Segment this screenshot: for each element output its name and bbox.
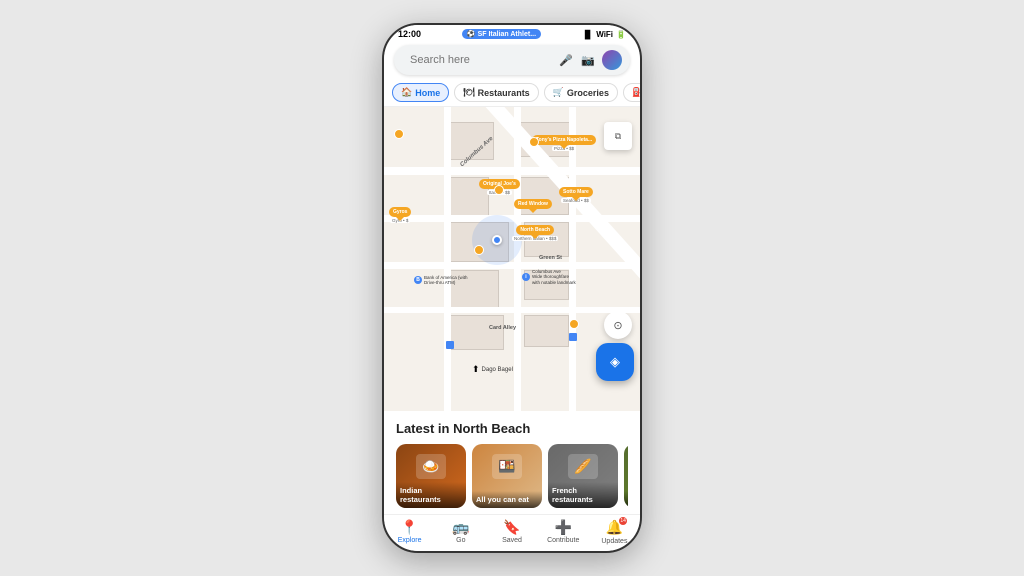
updates-badge-container: 🔔 14 xyxy=(606,519,623,537)
nav-explore[interactable]: 📍 Explore xyxy=(384,519,435,545)
blue-marker-2 xyxy=(569,333,577,341)
card-indian-img: 🍛 xyxy=(401,449,461,484)
camera-button[interactable]: 📷 xyxy=(580,52,596,68)
road-v1 xyxy=(444,107,451,411)
pin-caffe[interactable] xyxy=(569,319,579,329)
user-avatar[interactable] xyxy=(602,50,622,70)
phone-frame: 12:00 ⚽ SF Italian Athlet... ▐▌ WiFi 🔋 xyxy=(382,23,642,553)
search-bar[interactable]: 🎤 📷 xyxy=(394,45,630,75)
battery-icon: 🔋 xyxy=(616,30,626,39)
tab-restaurants[interactable]: 🍽 Restaurants xyxy=(454,83,538,102)
dago-bagel-label: ⬆ Dago Bagel xyxy=(472,364,513,375)
updates-badge: 14 xyxy=(619,517,627,525)
nav-go[interactable]: 🚌 Go xyxy=(435,519,486,545)
search-input[interactable] xyxy=(410,54,552,66)
green-st-road xyxy=(384,262,640,269)
card-extra[interactable]: 🥗 C... xyxy=(624,444,628,508)
search-bar-icons: 🎤 📷 xyxy=(558,50,622,70)
tab-home[interactable]: 🏠 Home xyxy=(392,83,449,102)
signal-icon: ▐▌ xyxy=(582,30,593,39)
phone-screen: 12:00 ⚽ SF Italian Athlet... ▐▌ WiFi 🔋 xyxy=(384,25,640,551)
category-tabs: 🏠 Home 🍽 Restaurants 🛒 Groceries ⛽ Gas xyxy=(384,79,640,107)
card-french-restaurants[interactable]: 🥖 French restaurants xyxy=(548,444,618,508)
road-h3 xyxy=(384,307,640,313)
gas-icon: ⛽ xyxy=(632,87,640,98)
road-v2 xyxy=(514,107,521,411)
notification-text: SF Italian Athlet... xyxy=(478,31,536,38)
tab-restaurants-label: Restaurants xyxy=(478,88,530,98)
dago-bagel-text: Dago Bagel xyxy=(482,367,513,373)
go-icon: 🚌 xyxy=(452,519,469,536)
nav-updates[interactable]: 🔔 14 Updates xyxy=(589,519,640,545)
green-st-label: Green St xyxy=(539,255,562,261)
card-alley-label: Card Alley xyxy=(489,325,516,331)
wifi-icon: WiFi xyxy=(596,30,613,39)
status-notification: ⚽ SF Italian Athlet... xyxy=(462,29,541,39)
card-indian-label: Indian restaurants xyxy=(396,482,466,508)
status-bar: 12:00 ⚽ SF Italian Athlet... ▐▌ WiFi 🔋 xyxy=(384,25,640,41)
bottom-nav: 📍 Explore 🚌 Go 🔖 Saved ➕ Contribute 🔔 14 xyxy=(384,514,640,551)
compass-button[interactable]: ⊙ xyxy=(604,311,632,339)
contribute-icon: ➕ xyxy=(554,519,571,536)
tab-groceries-label: Groceries xyxy=(567,88,609,98)
pin-sotto-mare[interactable]: Sotto Mare Seafood • $$ xyxy=(559,187,593,203)
status-icons: ▐▌ WiFi 🔋 xyxy=(582,30,626,39)
home-icon: 🏠 xyxy=(401,87,412,98)
bottom-sheet-title: Latest in North Beach xyxy=(396,421,628,436)
pin-north-beach[interactable]: North Beach Northern Italian • $$$ xyxy=(512,225,558,241)
nav-contribute-label: Contribute xyxy=(547,537,579,544)
saved-icon: 🔖 xyxy=(503,519,520,536)
card-all-you-can-eat[interactable]: 🍱 All you can eat xyxy=(472,444,542,508)
pin-small-2[interactable] xyxy=(529,137,539,147)
road-h1 xyxy=(384,167,640,175)
tab-groceries[interactable]: 🛒 Groceries xyxy=(544,83,618,102)
nav-explore-label: Explore xyxy=(398,537,422,544)
tab-home-label: Home xyxy=(415,88,440,98)
sf-notification: ⚽ SF Italian Athlet... xyxy=(462,29,541,39)
user-location xyxy=(492,235,502,245)
bank-label: B Bank of America (withDrive-thru ATM) xyxy=(414,275,468,286)
nav-saved-label: Saved xyxy=(502,537,522,544)
pin-small-3[interactable] xyxy=(494,185,504,195)
pin-red-window[interactable]: Red Window xyxy=(514,199,552,209)
groceries-icon: 🛒 xyxy=(553,87,564,98)
pin-tonys-pizza[interactable]: Tony's Pizza Napoleta... Pizza • $$ xyxy=(532,135,596,151)
building-9 xyxy=(449,315,504,350)
layers-icon: ⧉ xyxy=(615,131,621,142)
blue-marker xyxy=(446,341,454,349)
compass-icon: ⊙ xyxy=(613,319,622,332)
search-bar-container: 🎤 📷 xyxy=(384,41,640,79)
mic-button[interactable]: 🎤 xyxy=(558,52,574,68)
road-v3 xyxy=(569,107,576,411)
card-buffet-img: 🍱 xyxy=(477,449,537,484)
nav-saved[interactable]: 🔖 Saved xyxy=(486,519,537,545)
card-indian-restaurants[interactable]: 🍛 Indian restaurants xyxy=(396,444,466,508)
building-10 xyxy=(524,315,569,347)
card-extra-label: C... xyxy=(624,491,628,508)
nav-go-label: Go xyxy=(456,537,465,544)
card-buffet-label: All you can eat xyxy=(472,491,542,508)
bottom-sheet: Latest in North Beach 🍛 Indian restauran… xyxy=(384,411,640,514)
user-location-dot xyxy=(492,235,502,245)
directions-fab[interactable]: ◈ xyxy=(596,343,634,381)
directions-icon: ◈ xyxy=(610,354,620,370)
map-background: Columbus Ave Green St Card Alley Tony's … xyxy=(384,107,640,411)
category-cards: 🍛 Indian restaurants 🍱 All you can eat 🥖 xyxy=(396,444,628,508)
nav-updates-label: Updates xyxy=(601,538,627,545)
status-time: 12:00 xyxy=(398,29,421,39)
pin-small-4[interactable] xyxy=(474,245,484,255)
card-french-img: 🥖 xyxy=(553,449,613,484)
explore-icon: 📍 xyxy=(401,519,418,536)
columbus-ave-info: i Columbus AveWide thoroughfarewith nota… xyxy=(522,269,576,285)
pin-gyros[interactable]: Gyros Gyro • $ xyxy=(389,207,411,223)
tab-gas[interactable]: ⛽ Gas xyxy=(623,83,640,102)
map-area[interactable]: Columbus Ave Green St Card Alley Tony's … xyxy=(384,107,640,411)
restaurants-icon: 🍽 xyxy=(463,87,474,98)
nav-contribute[interactable]: ➕ Contribute xyxy=(538,519,589,545)
layers-button[interactable]: ⧉ xyxy=(604,122,632,150)
pin-small-1[interactable] xyxy=(394,129,404,139)
card-french-label: French restaurants xyxy=(548,482,618,508)
